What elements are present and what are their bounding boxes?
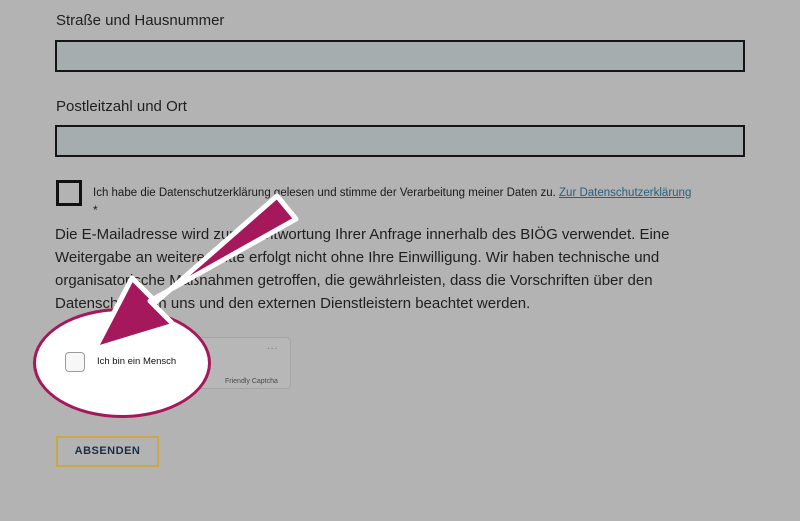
city-input[interactable] [55, 125, 745, 157]
consent-checkbox[interactable] [56, 180, 82, 206]
captcha-brand: Friendly Captcha [225, 378, 278, 385]
privacy-policy-link[interactable]: Zur Datenschutzerklärung [559, 187, 691, 199]
human-checkbox[interactable] [65, 352, 85, 372]
submit-button[interactable]: ABSENDEN [56, 436, 159, 467]
city-label: Postleitzahl und Ort [56, 98, 187, 115]
captcha-menu-icon[interactable]: ... [267, 341, 278, 352]
privacy-info-text: Die E-Mailadresse wird zur Beantwortung … [55, 226, 670, 312]
human-label: Ich bin ein Mensch [97, 356, 177, 367]
street-input[interactable] [55, 40, 745, 72]
consent-label: Ich habe die Datenschutzerklärung gelese… [93, 187, 556, 199]
consent-text: Ich habe die Datenschutzerklärung gelese… [93, 186, 753, 200]
street-label: Straße und Hausnummer [56, 12, 225, 29]
contact-form-page: Straße und Hausnummer Postleitzahl und O… [0, 0, 800, 521]
required-marker: * [93, 203, 98, 217]
